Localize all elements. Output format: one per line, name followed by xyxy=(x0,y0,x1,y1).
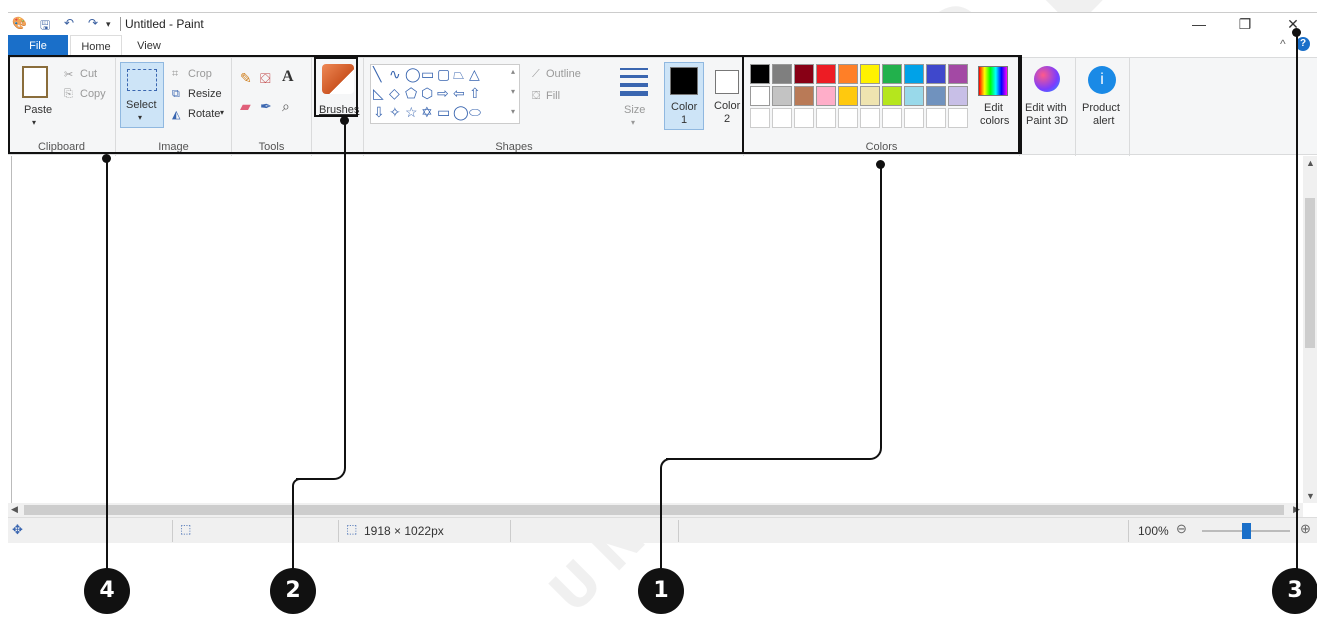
status-divider xyxy=(678,520,679,542)
cursor-position-icon: ✥ xyxy=(12,522,23,537)
title-bar: 🎨 🖫 ↶ ↷ ▾ Untitled - Paint — ❐ ✕ xyxy=(8,13,1317,35)
drawing-canvas[interactable] xyxy=(8,156,1303,503)
leader-line-4 xyxy=(106,158,108,584)
product-alert-line2[interactable]: alert xyxy=(1093,115,1114,127)
zoom-slider-thumb[interactable] xyxy=(1242,523,1251,539)
status-divider xyxy=(510,520,511,542)
ribbon-tabs: File Home View ^ ? xyxy=(8,35,1317,57)
callout-1: 1 xyxy=(638,568,684,614)
zoom-out-icon[interactable]: ⊖ xyxy=(1176,521,1187,537)
scroll-up-icon[interactable]: ▲ xyxy=(1306,158,1315,168)
vertical-scrollbar[interactable]: ▲ ▼ xyxy=(1303,156,1317,503)
paint-app-icon[interactable]: 🎨 xyxy=(12,16,27,30)
minimize-button[interactable]: — xyxy=(1176,14,1222,34)
title-separator xyxy=(120,17,121,31)
status-divider xyxy=(338,520,339,542)
brushes-highlight-box xyxy=(314,57,358,117)
vertical-scroll-thumb[interactable] xyxy=(1305,198,1315,348)
collapse-ribbon-icon[interactable]: ^ xyxy=(1280,37,1286,51)
tab-view[interactable]: View xyxy=(126,35,172,57)
image-dimensions: 1918 × 1022px xyxy=(364,524,444,538)
callout-3: 3 xyxy=(1272,568,1317,614)
zoom-slider[interactable] xyxy=(1202,523,1290,539)
restore-button[interactable]: ❐ xyxy=(1222,14,1268,34)
horizontal-scrollbar[interactable]: ◀ ▶ xyxy=(8,503,1303,517)
colors-highlight-box xyxy=(742,55,1020,154)
customize-dropdown-icon[interactable]: ▾ xyxy=(106,19,111,30)
redo-icon[interactable]: ↷ xyxy=(88,16,98,30)
callout-4: 4 xyxy=(84,568,130,614)
figure: OXFORD UNIVERSITY PRESS 🎨 🖫 ↶ ↷ ▾ Untitl… xyxy=(0,0,1317,618)
leader-line-3 xyxy=(1296,32,1298,584)
paint3d-button-line1[interactable]: Edit with xyxy=(1025,102,1067,114)
paint3d-icon[interactable] xyxy=(1034,66,1060,92)
info-icon[interactable]: i xyxy=(1088,66,1116,94)
selection-size-icon: ⬚ xyxy=(180,522,192,536)
canvas-edge xyxy=(11,156,12,503)
product-alert-line1[interactable]: Product xyxy=(1082,102,1120,114)
scroll-down-icon[interactable]: ▼ xyxy=(1306,491,1315,501)
paint3d-button-line2[interactable]: Paint 3D xyxy=(1026,115,1068,127)
help-icon[interactable]: ? xyxy=(1296,37,1310,51)
leader-line-1-upper xyxy=(666,164,882,460)
window-title: Untitled - Paint xyxy=(125,17,204,31)
callout-2: 2 xyxy=(270,568,316,614)
zoom-level: 100% xyxy=(1138,524,1169,538)
scroll-left-icon[interactable]: ◀ xyxy=(11,504,18,515)
zoom-in-icon[interactable]: ⊕ xyxy=(1300,521,1311,537)
tab-file[interactable]: File xyxy=(8,35,68,57)
image-size-icon: ⬚ xyxy=(346,522,358,536)
status-divider xyxy=(172,520,173,542)
horizontal-scroll-thumb[interactable] xyxy=(24,505,1284,515)
leader-line-1-lower xyxy=(660,458,670,584)
save-icon[interactable]: 🖫 xyxy=(40,16,50,37)
leader-line-2-upper xyxy=(296,120,346,480)
undo-icon[interactable]: ↶ xyxy=(64,16,74,30)
paint3d-group: Edit with Paint 3D xyxy=(1020,58,1076,156)
product-alert-group: i Product alert xyxy=(1076,58,1130,156)
status-divider xyxy=(1128,520,1129,542)
tab-home[interactable]: Home xyxy=(70,35,122,57)
